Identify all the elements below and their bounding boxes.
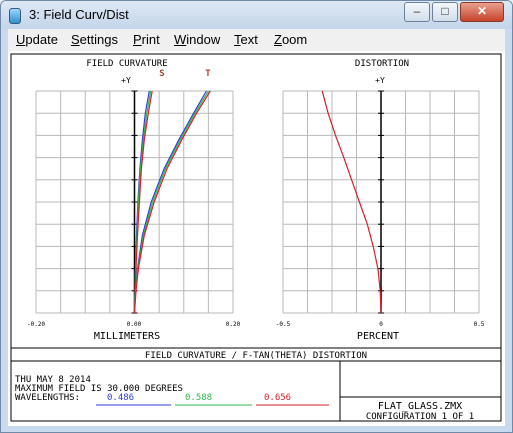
close-button[interactable]: ✕	[460, 2, 504, 22]
plot-area: FIELD CURVATURE +Y S T -0.20 0.00 0.20 M…	[8, 51, 505, 426]
distortion-title: DISTORTION	[355, 59, 409, 69]
field-curv-dist-window: 3: Field Curv/Dist – □ ✕ Update Settings…	[0, 0, 513, 433]
fc-tick-center: 0.00	[127, 321, 142, 328]
menu-zoom-label: oom	[281, 32, 308, 47]
wavelength-2-value: 0.588	[185, 393, 212, 403]
menu-text[interactable]: Text	[234, 32, 258, 47]
plot-canvas: FIELD CURVATURE +Y S T -0.20 0.00 0.20 M…	[10, 53, 502, 422]
wavelength-1-value: 0.486	[107, 393, 134, 403]
menu-window[interactable]: Window	[174, 32, 220, 47]
plot-frame	[10, 53, 502, 422]
menu-print[interactable]: Print	[133, 32, 160, 47]
window-title: 3: Field Curv/Dist	[29, 7, 129, 22]
menu-bar: Update Settings Print Window Text Zoom	[8, 29, 505, 52]
menu-window-mnemonic: W	[174, 32, 187, 47]
menu-zoom-mnemonic: Z	[274, 32, 282, 47]
info-wavelengths-label: WAVELENGTHS:	[15, 393, 80, 403]
fc-tick-right: 0.20	[226, 321, 241, 328]
distortion-ylabel: +Y	[375, 76, 385, 85]
dist-tick-left: -0.5	[276, 321, 291, 328]
wavelength-3-value: 0.656	[264, 393, 291, 403]
app-icon	[9, 8, 21, 24]
fc-xlabel: MILLIMETERS	[94, 331, 160, 342]
menu-print-mnemonic: P	[133, 32, 142, 47]
field-curvature-ylabel: +Y	[121, 76, 131, 85]
menu-window-label: indow	[186, 32, 221, 47]
configuration-label: CONFIGURATION 1 OF 1	[366, 412, 474, 422]
menu-text-label: ext	[240, 32, 258, 47]
menu-update[interactable]: Update	[16, 32, 58, 47]
file-name: FLAT_GLASS.ZMX	[378, 401, 462, 412]
minimize-button[interactable]: –	[404, 2, 430, 22]
sagittal-label: S	[159, 69, 164, 79]
tangential-label: T	[205, 69, 211, 79]
dist-tick-center: 0	[379, 321, 383, 328]
menu-print-label: rint	[141, 32, 160, 47]
menu-update-mnemonic: U	[16, 32, 26, 47]
plot-caption: FIELD CURVATURE / F-TAN(THETA) DISTORTIO…	[145, 351, 367, 361]
menu-settings-label: ettings	[79, 32, 118, 47]
menu-settings[interactable]: Settings	[71, 32, 118, 47]
field-curvature-title: FIELD CURVATURE	[86, 59, 167, 69]
maximize-button[interactable]: □	[432, 2, 458, 22]
title-bar[interactable]: 3: Field Curv/Dist – □ ✕	[1, 1, 512, 29]
menu-zoom[interactable]: Zoom	[274, 32, 307, 47]
menu-settings-mnemonic: S	[71, 32, 80, 47]
fc-tick-left: -0.20	[27, 321, 45, 328]
dist-tick-right: 0.5	[474, 321, 485, 328]
dist-xlabel: PERCENT	[357, 331, 399, 342]
menu-update-label: pdate	[25, 32, 58, 47]
